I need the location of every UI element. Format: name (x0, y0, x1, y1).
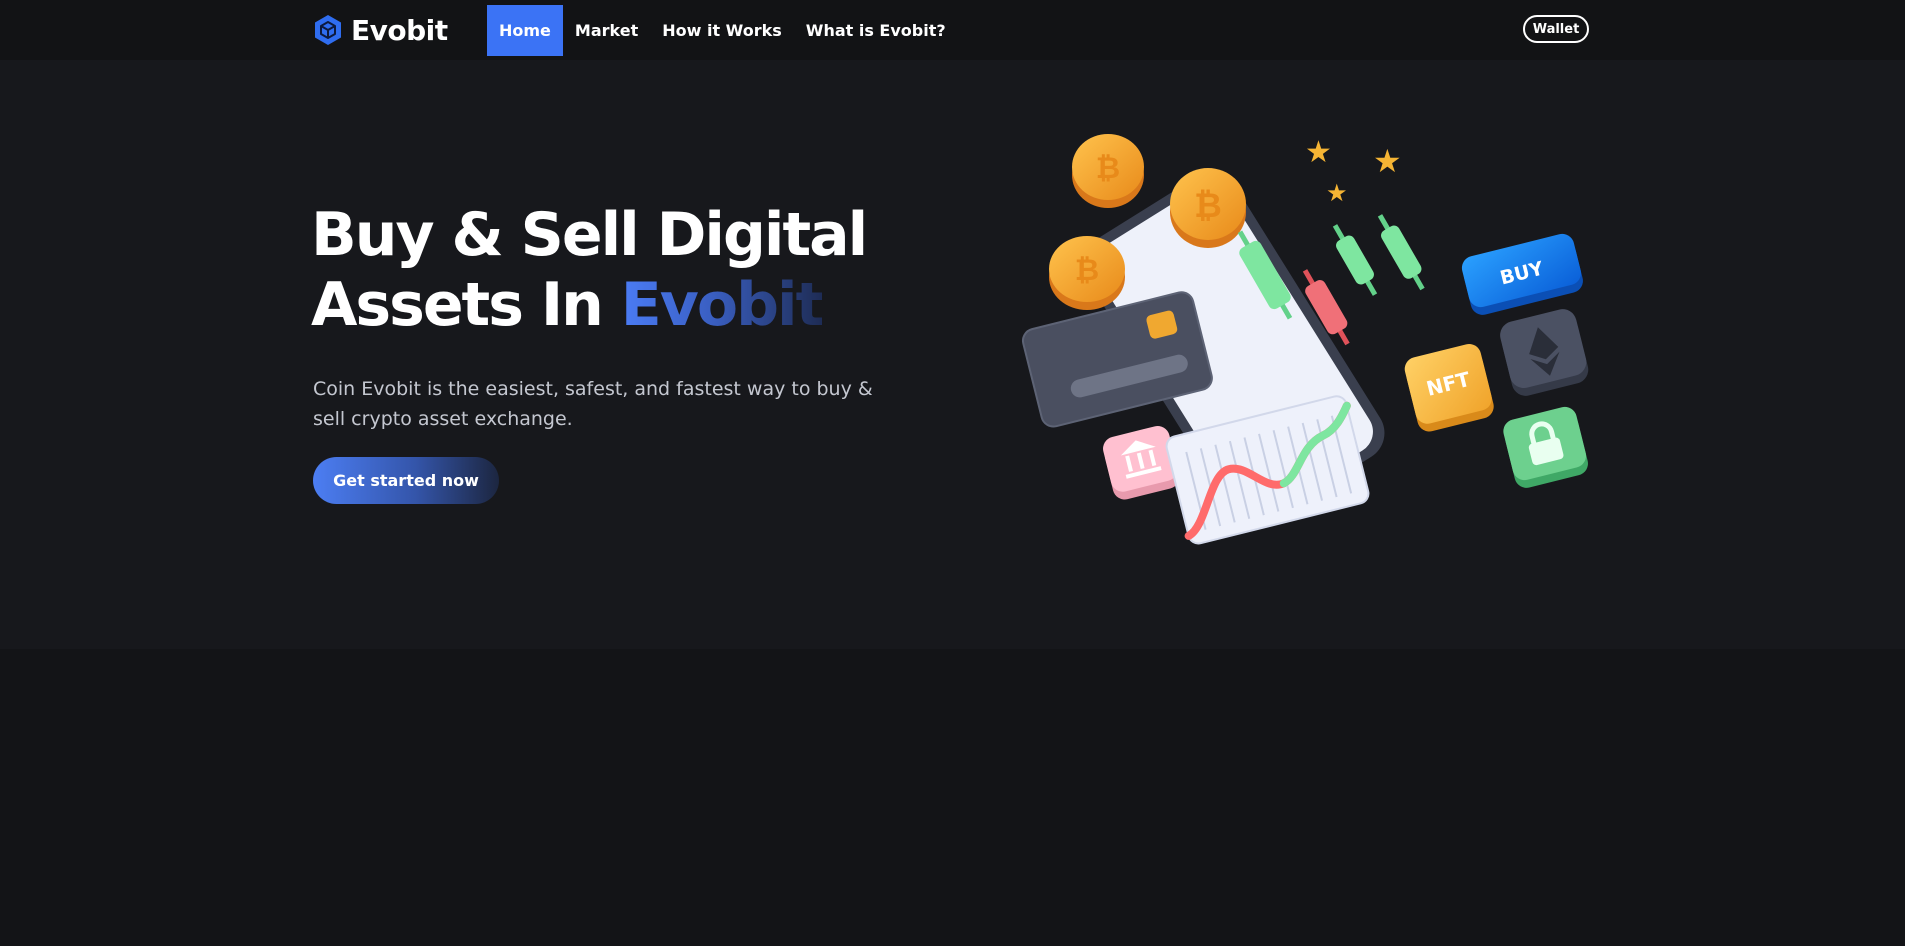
svg-text:₿: ₿ (1075, 253, 1099, 288)
nav-market[interactable]: Market (563, 5, 650, 56)
hero-title-line2: Assets In Evobit (311, 270, 866, 340)
main-nav: Home Market How it Works What is Evobit? (487, 5, 958, 56)
bitcoin-coin-icon: ₿ (1072, 134, 1144, 208)
star-icon: ★ (1305, 135, 1332, 170)
wallet-button[interactable]: Wallet (1523, 15, 1589, 43)
ethereum-icon (1500, 309, 1589, 396)
nav-how-it-works[interactable]: How it Works (650, 5, 794, 56)
hero-description: Coin Evobit is the easiest, safest, and … (313, 378, 873, 430)
svg-text:₿: ₿ (1096, 151, 1120, 186)
nav-what-is-evobit[interactable]: What is Evobit? (794, 5, 958, 56)
brand-logo[interactable]: Evobit (313, 12, 448, 48)
hero-title-line1: Buy & Sell Digital (311, 200, 868, 270)
buy-tile: BUY (1461, 233, 1583, 315)
hero-section (0, 60, 1905, 649)
star-icon: ★ (1373, 142, 1402, 180)
bitcoin-coin-icon: ₿ (1049, 236, 1125, 310)
bitcoin-coin-icon: ₿ (1170, 168, 1246, 248)
nav-home[interactable]: Home (487, 5, 563, 56)
get-started-button[interactable]: Get started now (313, 457, 499, 504)
crypto-phone-illustration: ₿ ₿ ₿ ★ ★ ★ BUY NFT (1021, 134, 1589, 545)
hero-title-accent: Evobit (620, 270, 825, 340)
nft-tile: NFT (1404, 343, 1494, 432)
cube-logo-icon (315, 15, 341, 45)
star-icon: ★ (1326, 179, 1348, 207)
top-navbar: Evobit Home Market How it Works What is … (0, 0, 1905, 60)
hero-title: Buy & Sell Digital Assets In Evobit (311, 200, 868, 340)
lock-icon (1503, 406, 1588, 488)
hero-title-prefix: Assets In (311, 270, 621, 340)
svg-text:₿: ₿ (1194, 186, 1222, 226)
brand-name: Evobit (351, 13, 448, 47)
